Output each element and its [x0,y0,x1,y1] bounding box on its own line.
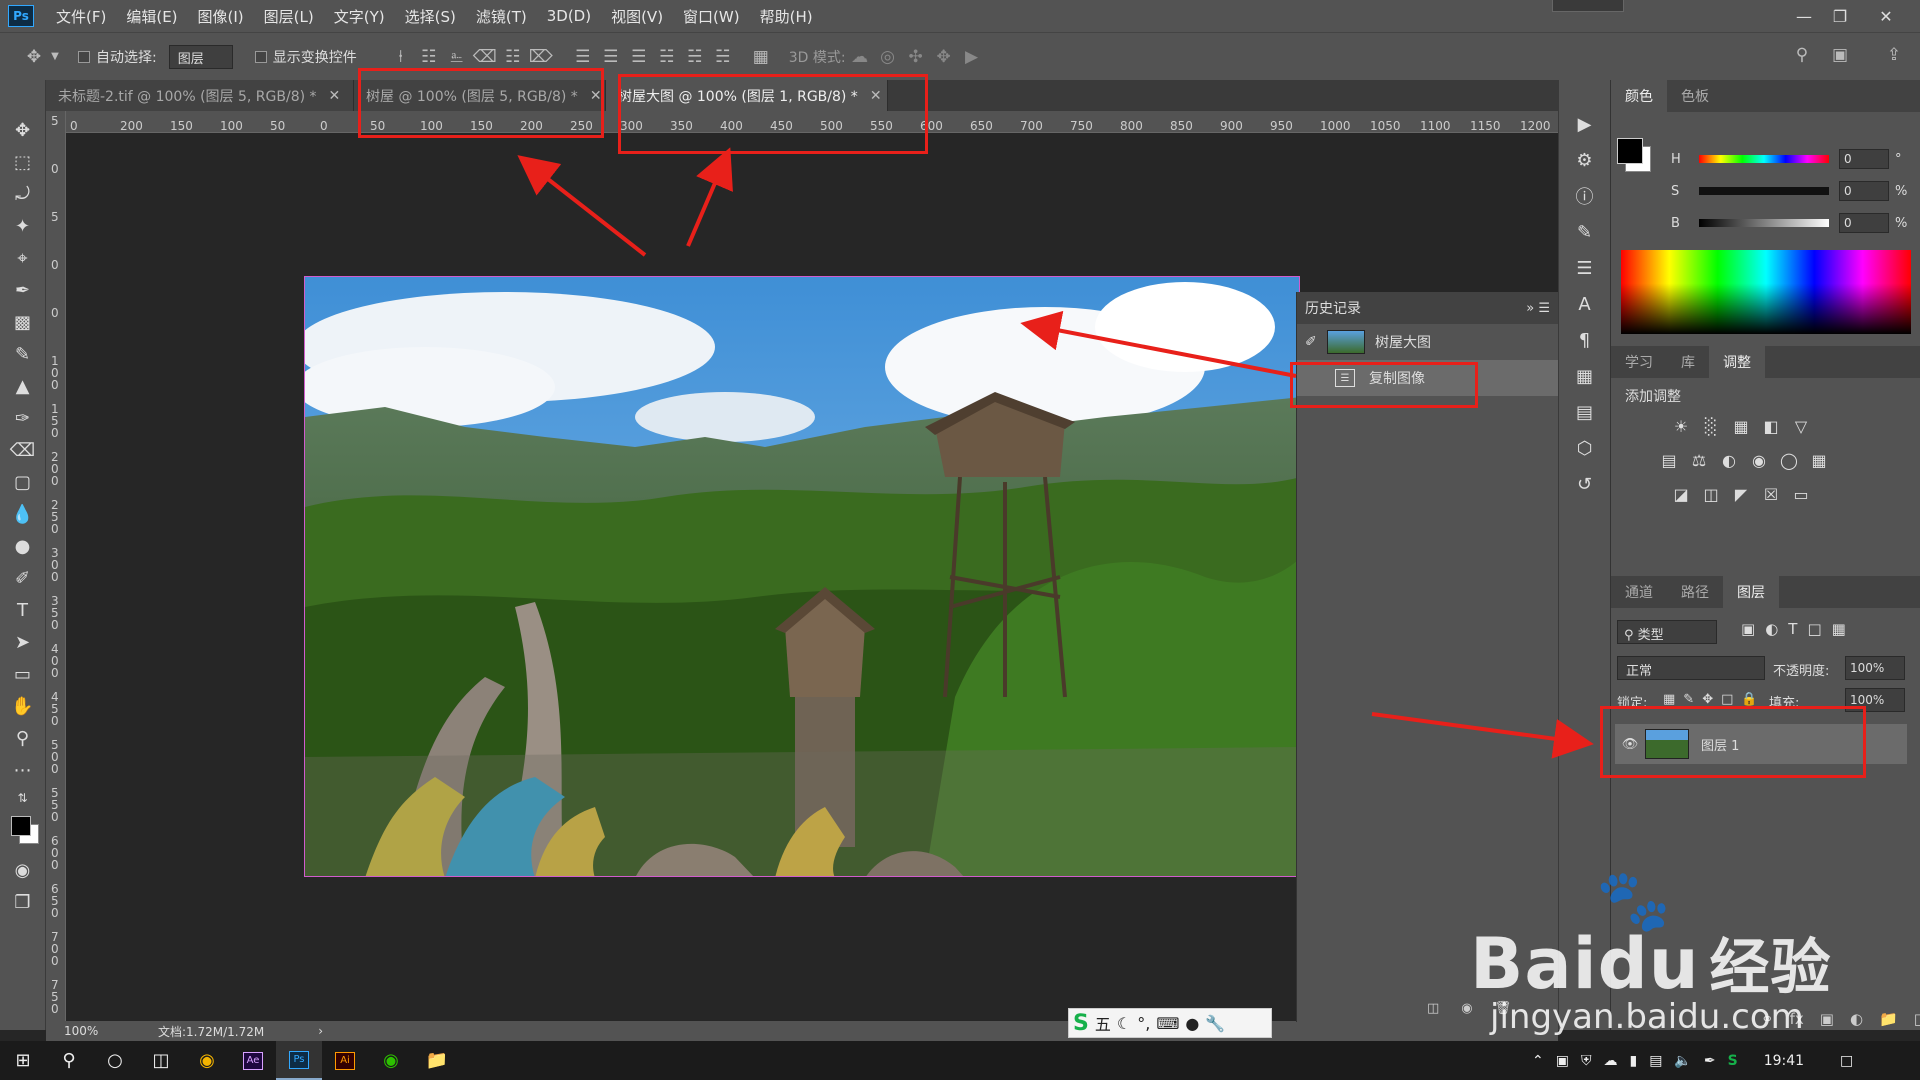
shield-icon[interactable]: ⛨ [1581,1053,1592,1069]
clock[interactable]: 19:41 [1764,1053,1804,1069]
arrow-to-active-tab [686,147,733,247]
cortana-icon[interactable]: ○ [92,1041,138,1080]
battery-icon[interactable]: ▮ [1629,1053,1637,1069]
sogou-tray-icon[interactable]: S [1728,1053,1738,1069]
photoshop-taskbar-icon[interactable]: Ps [276,1041,322,1080]
watermark-brand: Bai [1470,923,1598,1005]
cloud-icon[interactable]: ☁ [1603,1053,1617,1069]
task-view-icon[interactable]: ◫ [138,1041,184,1080]
pen-icon[interactable]: ✒ [1704,1053,1716,1069]
watermark-brand2: du [1597,923,1700,1005]
chevron-up-icon[interactable]: ⌃ [1532,1053,1544,1069]
arrow-to-layer [1371,712,1594,759]
tray-app-icon[interactable]: ▣ [1556,1053,1569,1069]
watermark-url: jingyan.baidu.com [1490,997,1804,1037]
windows-start-icon[interactable]: ⊞ [0,1041,46,1080]
arrow-to-image [1020,310,1297,378]
network-icon[interactable]: ▤ [1649,1053,1662,1069]
system-tray: ⌃ ▣ ⛨ ☁ ▮ ▤ 🔈 ✒ S 19:41 □ [1532,1041,1853,1080]
chrome-icon[interactable]: ◉ [184,1041,230,1080]
watermark-cn: 经验 [1709,933,1832,1003]
arrow-to-tab [517,155,647,257]
volume-icon[interactable]: 🔈 [1674,1053,1691,1069]
notification-icon[interactable]: □ [1840,1053,1853,1069]
baidu-watermark: 🐾 Baidu 经验 jingyan.baidu.com [1470,865,1920,1037]
search-icon[interactable]: ⚲ [46,1041,92,1080]
file-explorer-icon[interactable]: 📁 [414,1041,460,1080]
wechat-icon[interactable]: ◉ [368,1041,414,1080]
illustrator-icon[interactable]: Ai [322,1041,368,1080]
after-effects-icon[interactable]: Ae [230,1041,276,1080]
windows-taskbar: ⊞ ⚲ ○ ◫ ◉ Ae Ps Ai ◉ 📁 ⌃ ▣ ⛨ ☁ ▮ ▤ 🔈 ✒ S… [0,1041,1920,1080]
